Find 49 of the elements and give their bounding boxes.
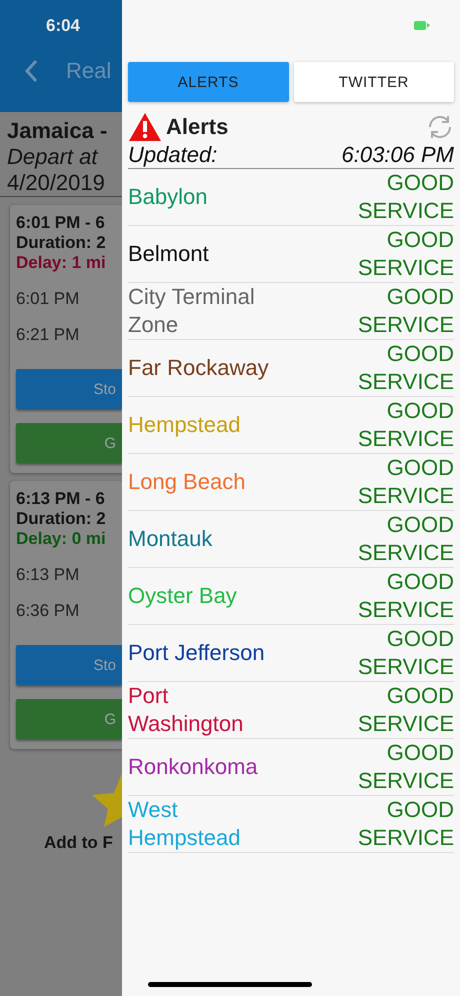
stop-time: 6:21 PM [16, 325, 80, 345]
line-name[interactable]: Port Jefferson [128, 639, 265, 667]
line-name[interactable]: Far Rockaway [128, 354, 269, 382]
back-icon[interactable] [24, 59, 38, 83]
line-name[interactable]: Long Beach [128, 468, 246, 496]
service-status: GOOD SERVICE [356, 511, 454, 567]
trip-delay: Delay: 0 mi [16, 529, 107, 549]
depart-text: Depart at [7, 144, 100, 170]
trip-duration: Duration: 2 [16, 509, 107, 529]
refresh-icon[interactable] [426, 113, 454, 141]
service-status: GOOD SERVICE [356, 739, 454, 795]
stop-time: 6:13 PM [16, 565, 80, 585]
stops-button[interactable]: Sto [16, 645, 122, 685]
route-title: Jamaica - [7, 118, 108, 144]
line-name[interactable]: City Terminal Zone [128, 283, 274, 339]
updated-time: 6:03:06 PM [341, 142, 454, 168]
line-name[interactable]: Montauk [128, 525, 212, 553]
trip-times: 6:13 PM - 6 [16, 489, 106, 509]
service-status: GOOD SERVICE [356, 169, 454, 225]
alerts-title: Alerts [166, 114, 230, 140]
trip-delay: Delay: 1 mi [16, 253, 107, 273]
updated-label: Updated: [128, 142, 218, 168]
tab[interactable]: TWITTER [294, 62, 454, 102]
service-status: GOOD SERVICE [356, 625, 454, 681]
trip-times: 6:01 PM - 6 [16, 213, 106, 233]
service-status: GOOD SERVICE [356, 397, 454, 453]
line-name[interactable]: Ronkonkoma [128, 753, 258, 781]
trip-duration: Duration: 2 [16, 233, 107, 253]
line-name[interactable]: Port Washington [128, 682, 274, 738]
stops-button[interactable]: Sto [16, 369, 122, 409]
service-status: GOOD SERVICE [356, 454, 454, 510]
stop-time: 6:01 PM [16, 289, 80, 309]
service-status: GOOD SERVICE [356, 340, 454, 396]
service-status: GOOD SERVICE [356, 283, 454, 339]
service-status: GOOD SERVICE [356, 682, 454, 738]
service-status: GOOD SERVICE [356, 796, 454, 852]
warning-icon [128, 112, 162, 142]
date-text: 4/20/2019 [7, 170, 106, 196]
header-title: Real [66, 58, 112, 84]
service-status: GOOD SERVICE [356, 226, 454, 282]
stop-time: 6:36 PM [16, 601, 80, 621]
status-time: 6:04 [44, 16, 82, 36]
tab[interactable]: ALERTS [128, 62, 288, 102]
line-name[interactable]: West Hempstead [128, 796, 274, 852]
battery-icon [414, 20, 430, 30]
service-status: GOOD SERVICE [356, 568, 454, 624]
favorite-label: Add to F [43, 833, 113, 853]
line-name[interactable]: Belmont [128, 240, 209, 268]
line-name[interactable]: Babylon [128, 183, 208, 211]
